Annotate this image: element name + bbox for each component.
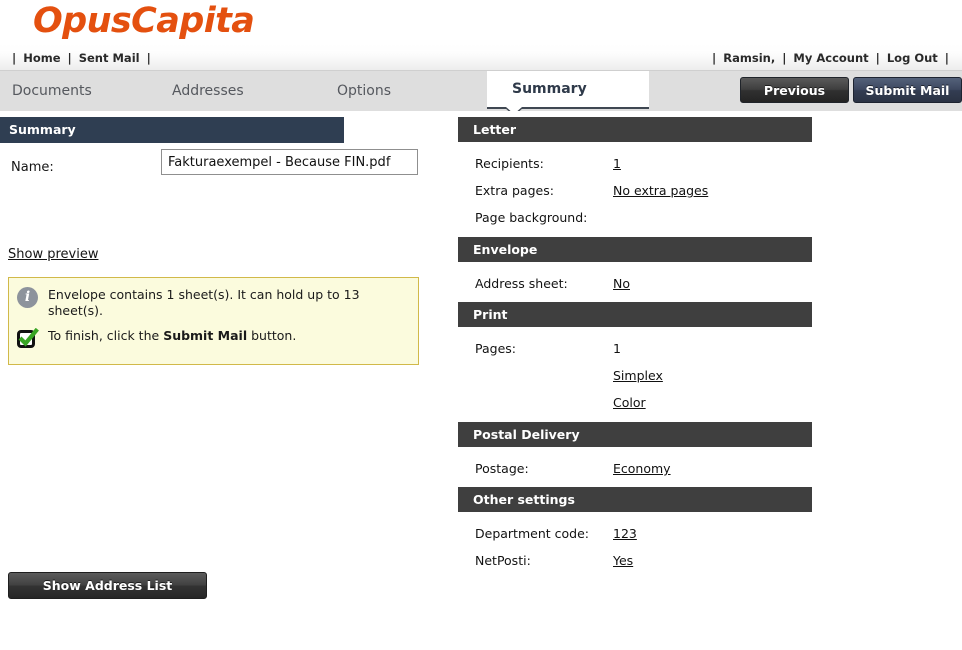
section-header-print: Print (458, 302, 812, 327)
row-value-color-mode[interactable]: Color (613, 395, 646, 410)
account-bar: | Home | Sent Mail | | Ramsin, | My Acco… (0, 44, 962, 71)
show-preview-link[interactable]: Show preview (8, 247, 98, 262)
section-rows-envelope: Address sheet: No (458, 262, 962, 297)
nav-separator: | (67, 50, 72, 65)
section-rows-letter: Recipients: 1 Extra pages: No extra page… (458, 142, 962, 231)
row-color-mode: Color (458, 389, 962, 416)
row-value-postage[interactable]: Economy (613, 461, 671, 476)
section-envelope: Envelope Address sheet: No (458, 231, 962, 297)
nav-separator: | (875, 50, 880, 65)
info-message-text: To finish, click the Submit Mail button. (48, 327, 296, 344)
check-icon (17, 327, 39, 354)
tab-documents[interactable]: Documents (0, 71, 104, 111)
tab-options[interactable]: Options (325, 71, 403, 111)
opuscapita-logo: OpusCapita (33, 1, 255, 41)
tab-summary[interactable]: Summary (487, 71, 649, 107)
info-text-before: To finish, click the (48, 328, 164, 343)
section-rows-postal-delivery: Postage: Economy (458, 447, 962, 482)
row-postage: Postage: Economy (458, 455, 962, 482)
nav-link-log-out[interactable]: Log Out (887, 51, 938, 65)
section-header-postal-delivery: Postal Delivery (458, 422, 812, 447)
info-icon: i (17, 287, 38, 308)
nav-separator: | (712, 50, 717, 65)
row-label: Page background: (475, 210, 588, 225)
section-postal-delivery: Postal Delivery Postage: Economy (458, 416, 962, 482)
nav-separator: | (146, 50, 151, 65)
section-letter: Letter Recipients: 1 Extra pages: No ext… (458, 111, 962, 231)
row-pages: Pages: 1 (458, 335, 962, 362)
section-print: Print Pages: 1 Simplex Color (458, 297, 962, 416)
row-value-pages: 1 (613, 341, 621, 356)
info-box: i Envelope contains 1 sheet(s). It can h… (8, 277, 419, 365)
logo-bar: OpusCapita (0, 0, 962, 44)
primary-nav: | Home | Sent Mail | (5, 44, 158, 71)
nav-link-sent-mail[interactable]: Sent Mail (79, 51, 140, 65)
current-user-label: Ramsin, (723, 50, 776, 65)
row-value-duplex-mode[interactable]: Simplex (613, 368, 663, 383)
info-message-text: Envelope contains 1 sheet(s). It can hol… (48, 287, 360, 318)
nav-link-home[interactable]: Home (23, 51, 60, 65)
info-message-finish: To finish, click the Submit Mail button. (17, 327, 408, 354)
info-message-envelope: i Envelope contains 1 sheet(s). It can h… (17, 286, 408, 318)
row-duplex-mode: Simplex (458, 362, 962, 389)
row-extra-pages: Extra pages: No extra pages (458, 177, 962, 204)
row-label: Extra pages: (475, 183, 554, 198)
name-input[interactable] (161, 149, 418, 175)
row-page-background: Page background: (458, 204, 962, 231)
section-header-other-settings: Other settings (458, 487, 812, 512)
info-text-bold: Submit Mail (163, 328, 248, 343)
row-value-recipients[interactable]: 1 (613, 156, 621, 171)
name-label: Name: (11, 160, 54, 175)
section-rows-other-settings: Department code: 123 NetPosti: Yes (458, 512, 962, 574)
row-value-address-sheet[interactable]: No (613, 276, 630, 291)
row-department-code: Department code: 123 (458, 520, 962, 547)
row-label: Address sheet: (475, 276, 568, 291)
summary-sections: Letter Recipients: 1 Extra pages: No ext… (458, 111, 962, 574)
nav-separator: | (12, 50, 17, 65)
section-header-letter: Letter (458, 117, 812, 142)
summary-panel-header: Summary (0, 117, 344, 143)
row-label: Pages: (475, 341, 516, 356)
account-nav: | Ramsin, | My Account | Log Out | (705, 44, 956, 71)
section-header-envelope: Envelope (458, 237, 812, 262)
main-content: Summary Name: Show preview i Envelope co… (0, 111, 962, 650)
nav-link-my-account[interactable]: My Account (793, 51, 868, 65)
wizard-tab-bar: Documents Addresses Options Summary Prev… (0, 71, 962, 116)
row-label: Recipients: (475, 156, 544, 171)
row-value-extra-pages[interactable]: No extra pages (613, 183, 708, 198)
section-other-settings: Other settings Department code: 123 NetP… (458, 482, 962, 574)
tab-addresses[interactable]: Addresses (160, 71, 256, 111)
row-recipients: Recipients: 1 (458, 150, 962, 177)
row-address-sheet: Address sheet: No (458, 270, 962, 297)
row-value-netposti[interactable]: Yes (613, 553, 633, 568)
nav-separator: | (782, 50, 787, 65)
row-label: Department code: (475, 526, 589, 541)
previous-button[interactable]: Previous (740, 77, 849, 103)
row-netposti: NetPosti: Yes (458, 547, 962, 574)
section-rows-print: Pages: 1 Simplex Color (458, 327, 962, 416)
row-label: Postage: (475, 461, 529, 476)
row-label: NetPosti: (475, 553, 531, 568)
nav-separator: | (944, 50, 949, 65)
info-text-after: button. (247, 328, 297, 343)
submit-mail-button[interactable]: Submit Mail (853, 77, 962, 103)
show-address-list-button[interactable]: Show Address List (8, 572, 207, 599)
row-value-department-code[interactable]: 123 (613, 526, 637, 541)
